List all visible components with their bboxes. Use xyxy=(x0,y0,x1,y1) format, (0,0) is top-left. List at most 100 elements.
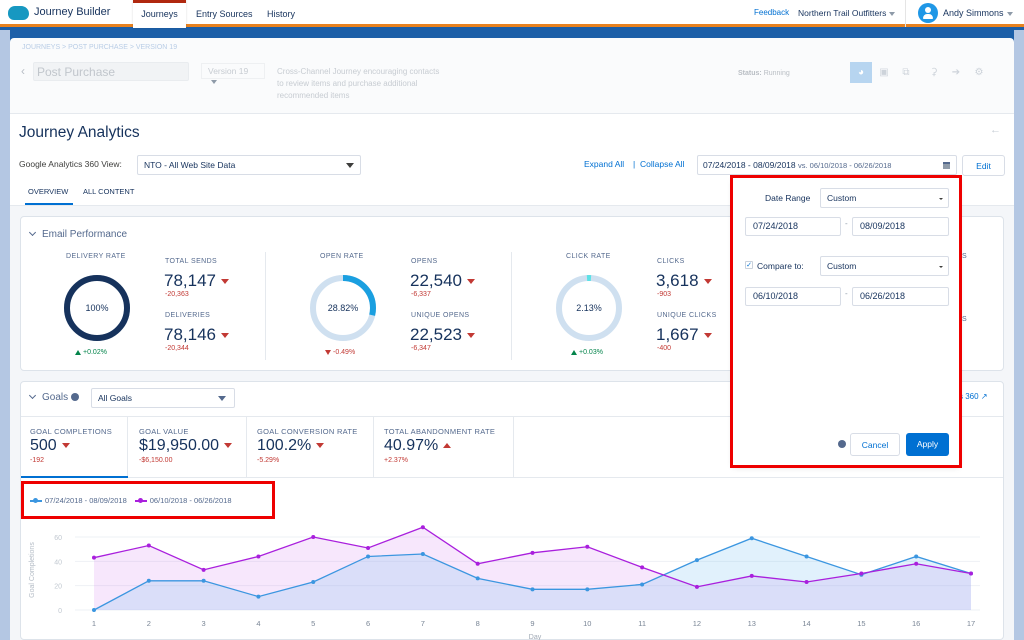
deliveries-value: 78,146 xyxy=(164,325,229,345)
down-triangle-icon xyxy=(224,443,233,449)
donut-value: 28.82% xyxy=(328,303,359,313)
goals-filter-value: All Goals xyxy=(98,393,133,403)
tab-history[interactable]: History xyxy=(267,0,295,27)
tab-journeys[interactable]: Journeys xyxy=(133,0,186,28)
date-range-compare: vs. 06/10/2018 - 06/26/2018 xyxy=(798,161,892,170)
tile-number: 40.97% xyxy=(384,437,439,454)
opens-value: 22,540 xyxy=(410,271,475,291)
down-triangle-icon xyxy=(61,443,70,449)
metric-number: 78,147 xyxy=(164,271,216,290)
org-switcher[interactable]: Northern Trail Outfitters xyxy=(798,8,896,18)
delivery-rate-label: DELIVERY RATE xyxy=(66,253,126,260)
chevron-down-icon xyxy=(218,396,226,401)
down-triangle-icon xyxy=(221,279,229,285)
down-triangle-icon xyxy=(703,279,712,285)
deliveries-label: DELIVERIES xyxy=(165,312,211,319)
camera-icon[interactable]: ▣ xyxy=(873,62,895,83)
metric-number: 22,540 xyxy=(410,271,462,290)
salesforce-cloud-icon[interactable] xyxy=(8,6,29,20)
chevron-down-icon xyxy=(28,391,37,400)
data-point xyxy=(914,561,919,566)
user-name: Andy Simmons xyxy=(943,8,1004,18)
x-axis-label: Day xyxy=(529,634,542,640)
x-tick-label: 5 xyxy=(311,619,315,628)
data-point xyxy=(146,578,151,583)
tab-entry-sources[interactable]: Entry Sources xyxy=(196,0,253,27)
y-tick-label: 20 xyxy=(54,584,62,591)
tile-value: 500 xyxy=(30,437,70,455)
info-icon[interactable] xyxy=(71,393,80,402)
down-triangle-icon xyxy=(325,349,331,355)
up-triangle-icon xyxy=(75,349,81,355)
unique-clicks-value: 1,667 xyxy=(656,325,712,345)
journey-name-field[interactable]: Post Purchase xyxy=(33,62,189,81)
tile-label: GOAL COMPLETIONS xyxy=(30,427,113,436)
copy-icon[interactable]: ⧉ xyxy=(895,62,917,83)
x-tick-label: 1 xyxy=(92,619,96,628)
data-point xyxy=(804,580,809,585)
open-rate-donut: 28.82% xyxy=(310,275,376,341)
user-menu[interactable]: Andy Simmons xyxy=(943,8,1013,18)
data-point xyxy=(585,544,590,549)
gear-icon[interactable]: ⚙ xyxy=(968,62,990,83)
unique-opens-value: 22,523 xyxy=(410,325,475,345)
page-title: Journey Analytics xyxy=(19,124,140,141)
date-range-field[interactable]: 07/24/2018 - 08/09/2018 vs. 06/10/2018 -… xyxy=(697,155,957,175)
data-point xyxy=(366,554,371,559)
goals-filter-select[interactable]: All Goals xyxy=(91,388,235,408)
trophy-icon[interactable]: ⚳ xyxy=(923,62,945,83)
analytics-icon[interactable]: ◕ xyxy=(850,62,872,83)
up-triangle-icon xyxy=(571,349,577,355)
deliveries-delta: -20,344 xyxy=(165,345,189,352)
clicks-delta: -903 xyxy=(657,291,672,298)
unique-clicks-label: UNIQUE CLICKS xyxy=(657,312,717,319)
tile-number: 500 xyxy=(30,437,57,454)
exit-icon[interactable]: ➔ xyxy=(945,62,967,83)
collapse-all-link[interactable]: Collapse All xyxy=(640,159,684,169)
background-left xyxy=(0,30,10,640)
chevron-down-icon xyxy=(1006,11,1013,16)
delivery-rate-donut: 100% xyxy=(64,275,130,341)
back-arrow-icon[interactable]: ← xyxy=(990,124,1001,136)
feedback-link[interactable]: Feedback xyxy=(754,8,789,17)
breadcrumb[interactable]: JOURNEYS > POST PURCHASE > VERSION 19 xyxy=(22,44,177,51)
delivery-rate-delta: +0.02% xyxy=(75,349,107,356)
email-performance-toggle[interactable]: Email Performance xyxy=(28,228,128,240)
donut-value: 2.13% xyxy=(576,303,602,313)
section-title: Goals xyxy=(42,392,69,403)
tab-all-content[interactable]: ALL CONTENT xyxy=(83,187,134,196)
edit-button[interactable]: Edit xyxy=(962,155,1005,176)
unique-opens-delta: -6,347 xyxy=(411,345,431,352)
ga-view-select[interactable]: NTO - All Web Site Data xyxy=(137,155,361,175)
total-sends-delta: -20,363 xyxy=(165,291,189,298)
down-triangle-icon xyxy=(467,333,475,339)
total-sends-value: 78,147 xyxy=(164,271,229,291)
data-point xyxy=(914,554,919,559)
delta-value: +0.02% xyxy=(83,349,107,356)
click-rate-donut: 2.13% xyxy=(556,275,622,341)
data-point xyxy=(969,571,973,576)
opens-delta: -6,337 xyxy=(411,291,431,298)
version-select[interactable]: Version 19 xyxy=(201,63,265,84)
tile-value: $19,950.00 xyxy=(139,437,233,455)
metric-number: 1,667 xyxy=(656,325,699,344)
opens-label: OPENS xyxy=(411,258,438,265)
section-title: Email Performance xyxy=(42,229,128,240)
x-tick-label: 7 xyxy=(421,619,425,628)
down-triangle-icon xyxy=(703,333,712,339)
goals-toggle[interactable]: Goals xyxy=(28,391,80,403)
up-triangle-icon xyxy=(443,443,452,449)
tile-label: TOTAL ABANDONMENT RATE xyxy=(384,427,496,436)
back-chevron-icon[interactable]: ‹ xyxy=(21,64,25,78)
tile-delta: -5.29% xyxy=(257,457,280,464)
org-name: Northern Trail Outfitters xyxy=(798,8,887,18)
calendar-icon[interactable] xyxy=(943,162,950,169)
data-point xyxy=(530,587,535,592)
data-point xyxy=(256,594,261,599)
divider xyxy=(265,252,266,360)
avatar-icon[interactable] xyxy=(918,3,938,23)
divider xyxy=(128,477,1003,478)
tab-overview[interactable]: OVERVIEW xyxy=(28,187,68,196)
expand-all-link[interactable]: Expand All xyxy=(584,159,624,169)
tile-delta: -$6,150.00 xyxy=(139,457,173,464)
